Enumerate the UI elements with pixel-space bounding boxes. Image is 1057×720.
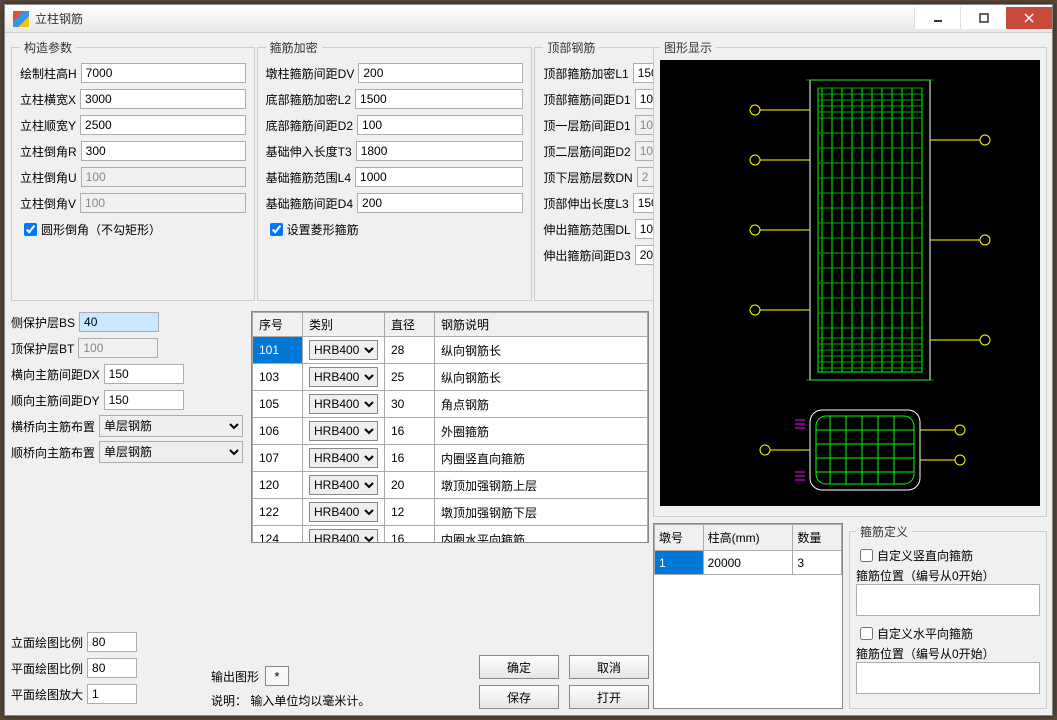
mid-input-0[interactable] xyxy=(79,312,159,332)
close-button[interactable] xyxy=(1006,7,1052,29)
g2-input-0[interactable] xyxy=(358,63,523,83)
group-graphic: 图形显示 xyxy=(653,39,1047,517)
g1-input-1[interactable] xyxy=(80,89,246,109)
drawing-canvas[interactable] xyxy=(660,60,1040,506)
maximize-button[interactable] xyxy=(960,7,1006,29)
g2-input-4[interactable] xyxy=(355,167,523,187)
type-select[interactable]: HRB400 xyxy=(309,502,378,522)
group-stirrup-def: 箍筋定义 自定义竖直向箍筋 箍筋位置（编号从0开始） 自定义水平向箍筋 箍筋位置… xyxy=(849,523,1047,709)
chk-custom-v[interactable] xyxy=(860,549,873,562)
type-select[interactable]: HRB400 xyxy=(309,448,378,468)
output-shape-button[interactable]: * xyxy=(265,666,289,686)
rebar-table[interactable]: 序号 类别 直径 钢筋说明 101HRB40028纵向钢筋长103HRB4002… xyxy=(251,311,649,543)
open-button[interactable]: 打开 xyxy=(569,685,649,709)
ok-button[interactable]: 确定 xyxy=(479,655,559,679)
group-construction: 构造参数 绘制柱高H立柱横宽X立柱顺宽Y立柱倒角R立柱倒角U立柱倒角V 圆形倒角… xyxy=(11,39,255,301)
chk-round-corner[interactable] xyxy=(24,223,37,236)
minimize-button[interactable] xyxy=(914,7,960,29)
g2-input-3[interactable] xyxy=(356,141,524,161)
mid-input-3[interactable] xyxy=(104,390,184,410)
cancel-button[interactable]: 取消 xyxy=(569,655,649,679)
pier-table[interactable]: 墩号 柱高(mm) 数量 1 20000 3 xyxy=(653,523,843,709)
app-window: 立柱钢筋 构造参数 绘制柱高H立柱横宽X立柱顺宽Y立柱倒角R立柱倒角U立柱倒角V… xyxy=(4,4,1053,716)
mid-input-2[interactable] xyxy=(104,364,184,384)
chk-diamond-stirrup[interactable] xyxy=(270,223,283,236)
g1-input-4[interactable] xyxy=(81,167,246,187)
type-select[interactable]: HRB400 xyxy=(309,340,378,360)
pier-row[interactable]: 1 20000 3 xyxy=(655,551,842,575)
app-icon xyxy=(13,11,29,27)
table-row[interactable]: 120HRB40020墩顶加强钢筋上层 xyxy=(253,472,648,499)
g1-input-0[interactable] xyxy=(81,63,246,83)
g2-input-1[interactable] xyxy=(355,89,523,109)
window-title: 立柱钢筋 xyxy=(35,10,914,27)
type-select[interactable]: HRB400 xyxy=(309,367,378,387)
table-row[interactable]: 124HRB40016内圈水平向箍筋 xyxy=(253,526,648,544)
bottom-input-0[interactable] xyxy=(87,632,137,652)
table-row[interactable]: 107HRB40016内圈竖直向箍筋 xyxy=(253,445,648,472)
table-row[interactable]: 122HRB40012墩顶加强钢筋下层 xyxy=(253,499,648,526)
g1-input-2[interactable] xyxy=(80,115,246,135)
type-select[interactable]: HRB400 xyxy=(309,475,378,495)
input-v-pos[interactable] xyxy=(856,584,1040,616)
type-select[interactable]: HRB400 xyxy=(309,421,378,441)
group-stirrup-dense: 箍筋加密 墩柱箍筋间距DV底部箍筋加密L2底部箍筋间距D2基础伸入长度T3基础箍… xyxy=(257,39,533,301)
bottom-input-1[interactable] xyxy=(87,658,137,678)
table-row[interactable]: 103HRB40025纵向钢筋长 xyxy=(253,364,648,391)
titlebar: 立柱钢筋 xyxy=(5,5,1052,33)
type-select[interactable]: HRB400 xyxy=(309,394,378,414)
mid-input-1[interactable] xyxy=(78,338,158,358)
table-row[interactable]: 105HRB40030角点钢筋 xyxy=(253,391,648,418)
mid-select-0[interactable]: 单层钢筋 xyxy=(99,415,243,437)
mid-select-1[interactable]: 单层钢筋 xyxy=(99,441,243,463)
g1-input-3[interactable] xyxy=(81,141,246,161)
type-select[interactable]: HRB400 xyxy=(309,529,378,543)
g1-input-5[interactable] xyxy=(80,193,246,213)
input-h-pos[interactable] xyxy=(856,662,1040,694)
g2-input-2[interactable] xyxy=(357,115,523,135)
bottom-input-2[interactable] xyxy=(87,684,137,704)
g2-input-5[interactable] xyxy=(357,193,523,213)
chk-custom-h[interactable] xyxy=(860,627,873,640)
save-button[interactable]: 保存 xyxy=(479,685,559,709)
table-row[interactable]: 101HRB40028纵向钢筋长 xyxy=(253,337,648,364)
table-row[interactable]: 106HRB40016外圈箍筋 xyxy=(253,418,648,445)
